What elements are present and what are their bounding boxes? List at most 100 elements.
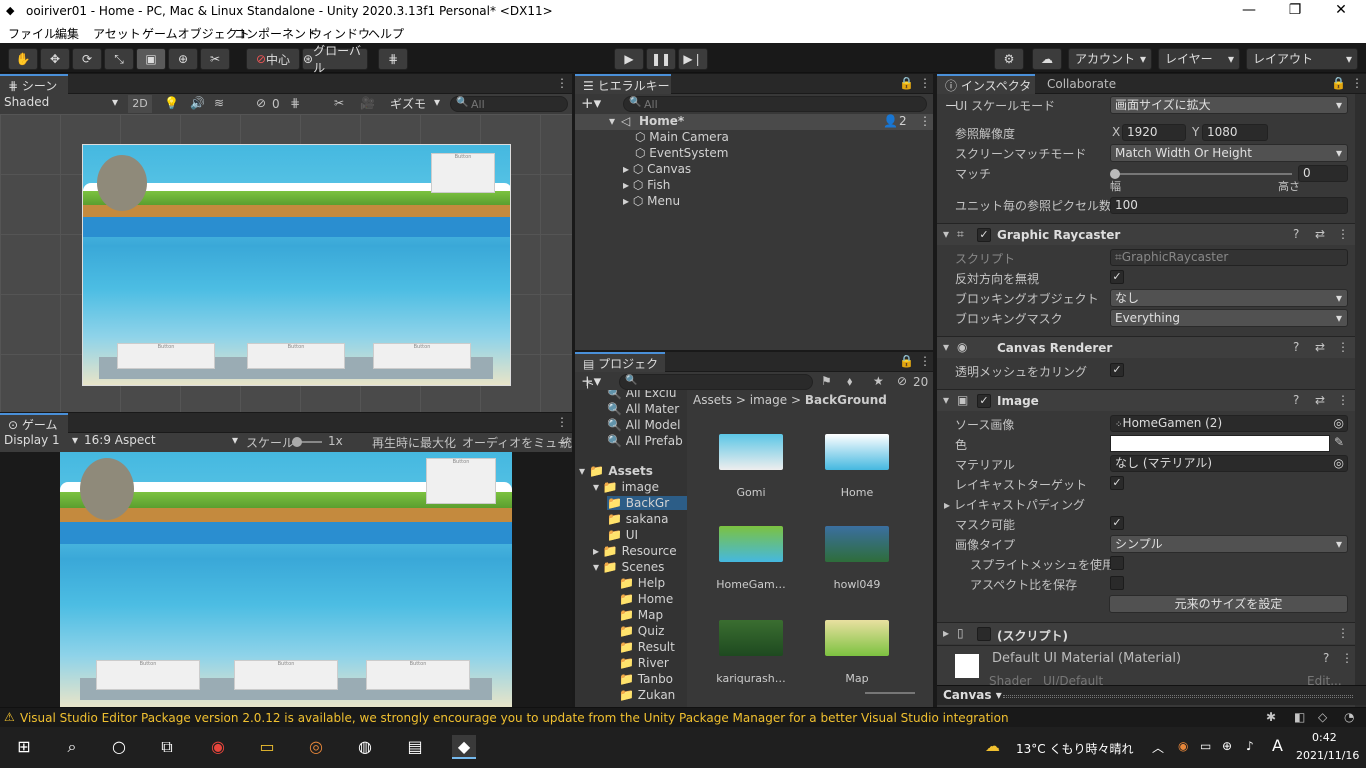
hidden-packages-icon[interactable]: ⊘: [897, 374, 907, 388]
folder-item[interactable]: 📁 Home: [619, 592, 673, 606]
ignore-reversed-checkbox[interactable]: ✓: [1110, 270, 1124, 284]
aspect-dropdown[interactable]: 16:9 Aspect ▾: [84, 433, 238, 447]
favorite-item[interactable]: 🔍 All Model: [607, 418, 681, 432]
preserve-aspect-checkbox[interactable]: [1110, 576, 1124, 590]
asset-item[interactable]: Home: [817, 434, 897, 499]
component-more-icon[interactable]: ⋮: [1341, 651, 1353, 665]
raycast-target-checkbox[interactable]: ✓: [1110, 476, 1124, 490]
pause-button[interactable]: ❚❚: [646, 48, 676, 70]
minimize-button[interactable]: —: [1226, 2, 1272, 18]
project-more-icon[interactable]: ⋮: [919, 354, 931, 368]
menu-component[interactable]: コンポーネント: [234, 25, 318, 42]
game-view[interactable]: Button Button Button Button: [60, 452, 512, 707]
scale-slider-handle[interactable]: [292, 437, 302, 447]
more-icon[interactable]: ⋮: [556, 76, 568, 90]
hierarchy-more-icon[interactable]: ⋮: [919, 76, 931, 90]
folder-item[interactable]: ▾ 📁 Scenes: [593, 560, 664, 574]
tools-icon[interactable]: ✂: [334, 96, 344, 110]
folder-item[interactable]: 📁 Zukan: [619, 688, 675, 702]
set-native-size-button[interactable]: 元来のサイズを設定: [1109, 595, 1348, 613]
maximize-on-play-toggle[interactable]: 再生時に最大化: [372, 434, 456, 451]
filter-label-icon[interactable]: ⬧: [847, 374, 852, 389]
scene-row[interactable]: ▾ ◁ Home* 👤 2 ⋮: [575, 114, 933, 130]
ref-x-input[interactable]: 1920: [1122, 124, 1186, 141]
file-explorer-icon[interactable]: ▭: [255, 735, 279, 759]
preset-icon[interactable]: ⇄: [1315, 227, 1325, 241]
hand-tool-icon[interactable]: ✋: [8, 48, 38, 70]
step-button[interactable]: ▶❘: [678, 48, 708, 70]
transform-tool-icon[interactable]: ⊕: [168, 48, 198, 70]
ref-y-input[interactable]: 1080: [1202, 124, 1268, 141]
weather-text[interactable]: 13°C くもり時々晴れ: [1016, 740, 1133, 757]
scene-view[interactable]: Button Button Button Button: [0, 114, 572, 412]
tab-collaborate[interactable]: Collaborate: [1039, 74, 1129, 94]
hierarchy-item[interactable]: ▸ ⬡ Fish: [623, 178, 670, 192]
bug-icon[interactable]: ✱: [1266, 710, 1276, 724]
breadcrumb-item[interactable]: image: [750, 393, 787, 407]
asset-item[interactable]: HomeGam…: [711, 526, 791, 591]
space-toggle[interactable]: ⊛ グローバル: [302, 44, 368, 75]
menu-window[interactable]: ウィンドウ: [310, 25, 370, 42]
grid-icon[interactable]: ⋕: [290, 96, 300, 110]
folder-item[interactable]: 📁 Help: [619, 576, 665, 590]
tab-hierarchy[interactable]: ☰ ヒエラルキー: [575, 74, 671, 94]
raycaster-enabled-checkbox[interactable]: ✓: [977, 228, 991, 242]
clock-time[interactable]: 0:42: [1312, 731, 1337, 744]
menu-help[interactable]: ヘルプ: [368, 25, 404, 42]
collab-icon[interactable]: ⚙: [994, 48, 1024, 70]
hidden-icon[interactable]: ⊘: [256, 96, 266, 110]
gizmos-dropdown[interactable]: ギズモ ▾: [390, 95, 444, 113]
help-icon[interactable]: ?: [1293, 340, 1299, 354]
create-plus-icon[interactable]: +▾: [581, 94, 601, 112]
close-button[interactable]: ✕: [1318, 2, 1364, 18]
folder-item-selected[interactable]: 📁 BackGr: [607, 496, 687, 510]
clock-date[interactable]: 2021/11/16: [1296, 749, 1359, 762]
hierarchy-item[interactable]: ⬡ Main Camera: [635, 130, 729, 144]
maskable-checkbox[interactable]: ✓: [1110, 516, 1124, 530]
hierarchy-item[interactable]: ▸ ⬡ Menu: [623, 194, 680, 208]
cortana-icon[interactable]: ○: [107, 735, 131, 759]
shading-dropdown[interactable]: Shaded ▾: [4, 95, 118, 113]
volume-icon[interactable]: ♪: [1246, 739, 1254, 753]
tray-app-icon[interactable]: ◉: [1178, 739, 1188, 753]
material-picker-icon[interactable]: ◎: [1334, 456, 1344, 471]
game-more-icon[interactable]: ⋮: [556, 415, 568, 429]
network-icon[interactable]: ◇: [1318, 710, 1327, 724]
inspector-scrollbar[interactable]: [1355, 94, 1366, 707]
task-view-icon[interactable]: ⧉: [155, 735, 179, 759]
project-search-input[interactable]: [619, 374, 813, 390]
tab-scene[interactable]: ⋕ シーン: [0, 74, 68, 94]
ui-scale-mode-dropdown[interactable]: 画面サイズに拡大: [1110, 96, 1348, 114]
graphic-raycaster-header[interactable]: ▾ ⌗ ✓ Graphic Raycaster ? ⇄ ⋮: [937, 223, 1355, 245]
rect-tool-icon[interactable]: ▣: [136, 48, 166, 70]
custom-tool-icon[interactable]: ✂: [200, 48, 230, 70]
layers-dropdown[interactable]: レイヤー: [1158, 48, 1240, 70]
scale-slider[interactable]: [292, 437, 322, 447]
app-icon[interactable]: ◍: [353, 735, 377, 759]
progress-icon[interactable]: ◔: [1344, 710, 1354, 724]
thumbnail-size-slider[interactable]: [865, 692, 915, 694]
blocking-objects-dropdown[interactable]: なし: [1110, 289, 1348, 307]
component-more-icon[interactable]: ⋮: [1337, 626, 1349, 640]
game-button-2[interactable]: Button: [234, 660, 338, 690]
inspector-lock-icon[interactable]: 🔒: [1331, 76, 1346, 90]
blocking-mask-dropdown[interactable]: Everything: [1110, 309, 1348, 327]
folder-item[interactable]: 📁 Result: [619, 640, 675, 654]
folder-item[interactable]: 📁 River: [619, 656, 669, 670]
folder-item[interactable]: ▸ 📁 Resource: [593, 544, 677, 558]
object-picker-icon[interactable]: ◎: [1334, 416, 1344, 431]
source-image-field[interactable]: ⁘HomeGamen (2) ◎: [1110, 415, 1348, 432]
hierarchy-item[interactable]: ⬡ EventSystem: [635, 146, 728, 160]
foldout-arrow-icon[interactable]: ▾: [943, 340, 949, 354]
asset-item[interactable]: Map: [817, 620, 897, 685]
search-icon[interactable]: ⌕: [60, 735, 84, 759]
status-message[interactable]: Visual Studio Editor Package version 2.0…: [20, 711, 1009, 725]
blender-icon[interactable]: ◎: [304, 735, 328, 759]
ppu-input[interactable]: 100: [1110, 197, 1348, 214]
grid-snap-icon[interactable]: ⋕: [378, 48, 408, 70]
component-more-icon[interactable]: ⋮: [1337, 393, 1349, 407]
canvas-preview-dropdown[interactable]: Canvas ▾: [943, 688, 1002, 702]
assets-folder[interactable]: ▾ 📁 Assets: [579, 464, 653, 478]
tab-project[interactable]: ▤ プロジェクト: [575, 352, 665, 391]
favorite-item[interactable]: 🔍 All Mater: [607, 402, 679, 416]
